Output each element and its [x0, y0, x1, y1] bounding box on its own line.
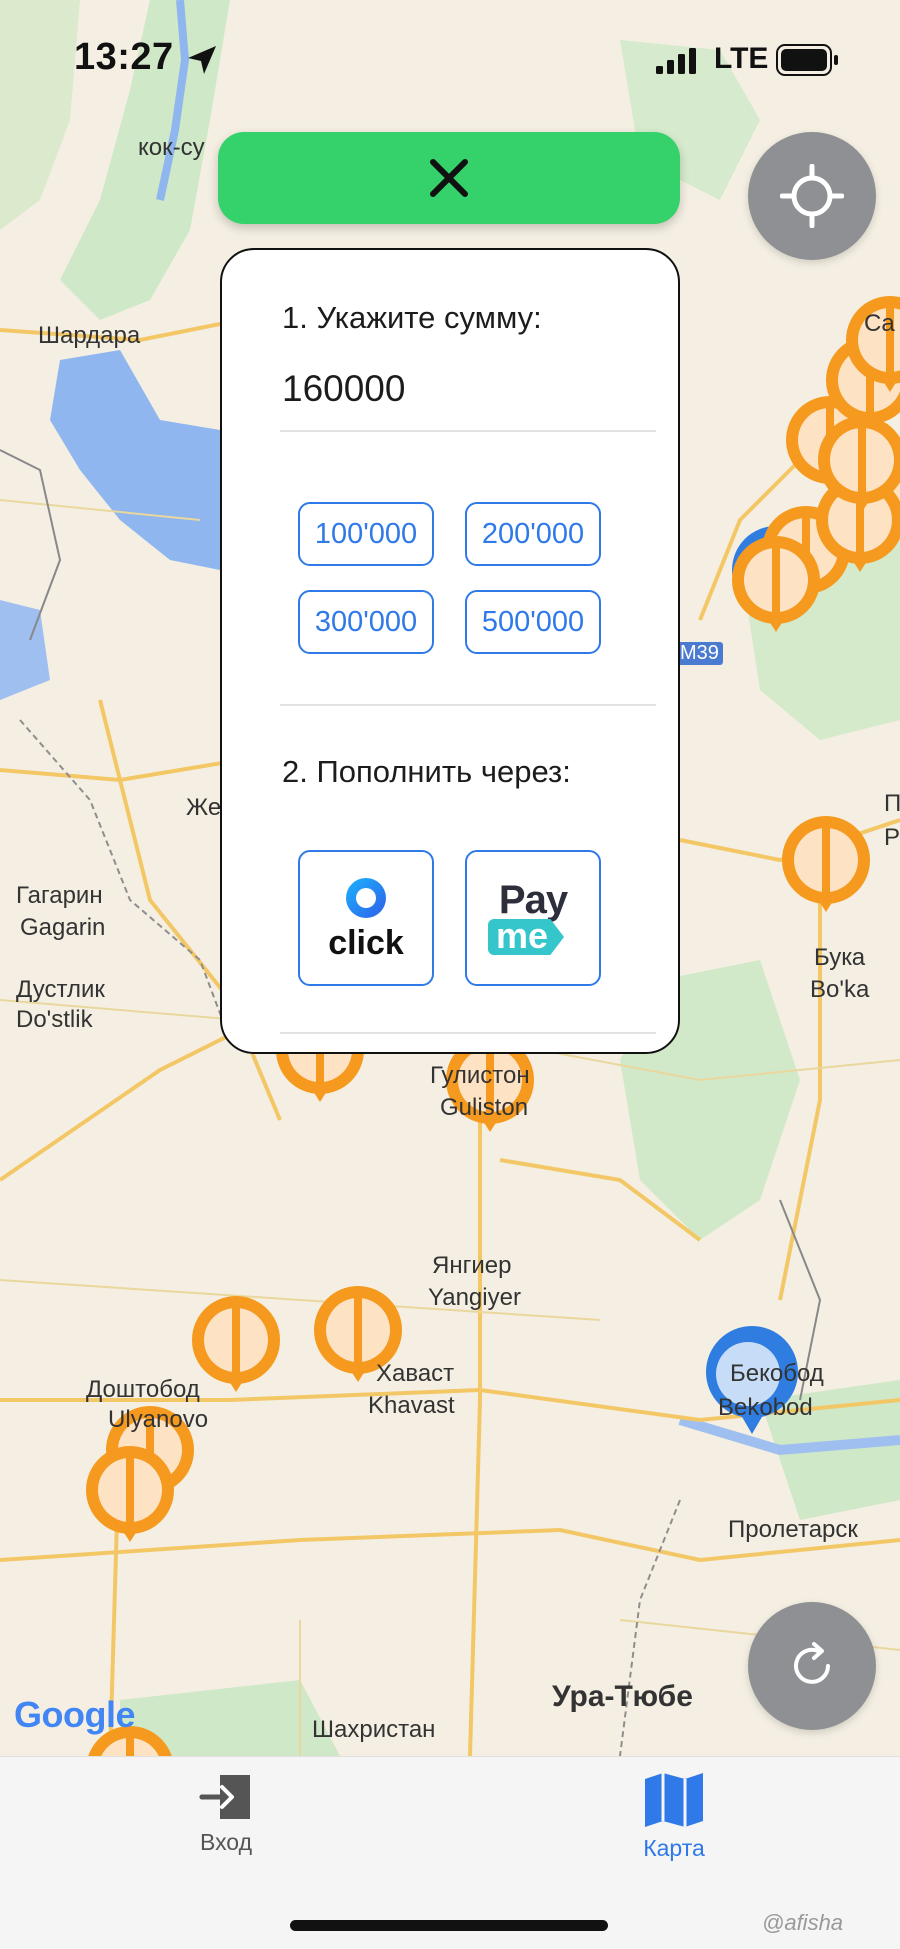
close-icon [430, 159, 468, 197]
preset-200000-button[interactable]: 200'000 [465, 502, 601, 566]
preset-300000-button[interactable]: 300'000 [298, 590, 434, 654]
map-label: Шахристан [312, 1716, 436, 1743]
road-shield: M39 [676, 642, 723, 665]
map-label: Гагарин [16, 882, 103, 909]
battery-icon [776, 44, 838, 76]
map-label: Khavast [368, 1392, 455, 1419]
step2-label: 2. Пополнить через: [282, 754, 571, 789]
map-label: Ca [864, 310, 895, 337]
map-label: Пролетарск [728, 1516, 858, 1543]
refresh-button[interactable] [748, 1602, 876, 1730]
divider [280, 704, 656, 706]
watermark: @afisha [762, 1910, 844, 1935]
map-label: Bo'ka [810, 976, 870, 1003]
map-label: П [884, 790, 900, 817]
divider [280, 1032, 656, 1034]
tab-map[interactable]: Карта [594, 1771, 754, 1862]
map-label: Бекобод [730, 1360, 824, 1387]
payme-pay-label: Pay [498, 878, 568, 922]
map-label: Янгиер [432, 1252, 512, 1279]
map-label: Ulyanovo [108, 1406, 209, 1433]
map-label: кок-су [138, 134, 205, 161]
map-label: Гулистон [430, 1062, 530, 1089]
payme-me-label: me [487, 919, 565, 955]
map-label: P [884, 824, 900, 851]
map-label: Дустлик [16, 976, 105, 1003]
preset-500000-button[interactable]: 500'000 [465, 590, 601, 654]
divider [280, 430, 656, 432]
preset-100000-button[interactable]: 100'000 [298, 502, 434, 566]
top-up-panel: 1. Укажите сумму: 160000 100'000 200'000… [220, 248, 680, 1054]
click-pay-button[interactable]: click [298, 850, 434, 986]
google-logo: Google [14, 1694, 136, 1735]
signal-icon [656, 48, 696, 74]
map-label: Yangiyer [428, 1284, 521, 1311]
tab-login-label: Вход [199, 1829, 253, 1855]
map-icon [645, 1773, 703, 1827]
tab-login[interactable]: Вход [146, 1771, 306, 1856]
status-time: 13:27 [74, 36, 174, 78]
map-label: Доштобод [86, 1376, 200, 1403]
map-label: Gagarin [20, 914, 106, 941]
click-logo-icon [346, 877, 386, 918]
map-label: Do'stlik [16, 1006, 93, 1033]
refresh-icon [794, 1642, 830, 1684]
tab-map-label: Карта [643, 1835, 705, 1861]
amount-input[interactable]: 160000 [282, 368, 405, 410]
close-button[interactable] [218, 132, 680, 224]
map-label: Шардара [38, 322, 141, 349]
location-arrow-icon [188, 46, 216, 74]
click-label: click [328, 923, 404, 962]
map-label: Ура-Тюбе [552, 1680, 693, 1713]
crosshair-icon [780, 164, 844, 228]
home-indicator [290, 1920, 608, 1931]
payme-pay-button[interactable]: Pay me [465, 850, 601, 986]
map-label: Букa [814, 944, 866, 971]
map-label: Хаваст [376, 1360, 455, 1387]
network-type: LTE [714, 42, 769, 75]
my-location-button[interactable] [748, 132, 876, 260]
status-bar: 13:27 LTE [0, 0, 900, 120]
map-label: Guliston [440, 1094, 529, 1121]
step1-label: 1. Укажите сумму: [282, 300, 542, 335]
map-label: Bekobod [718, 1394, 813, 1421]
login-icon [199, 1775, 250, 1819]
